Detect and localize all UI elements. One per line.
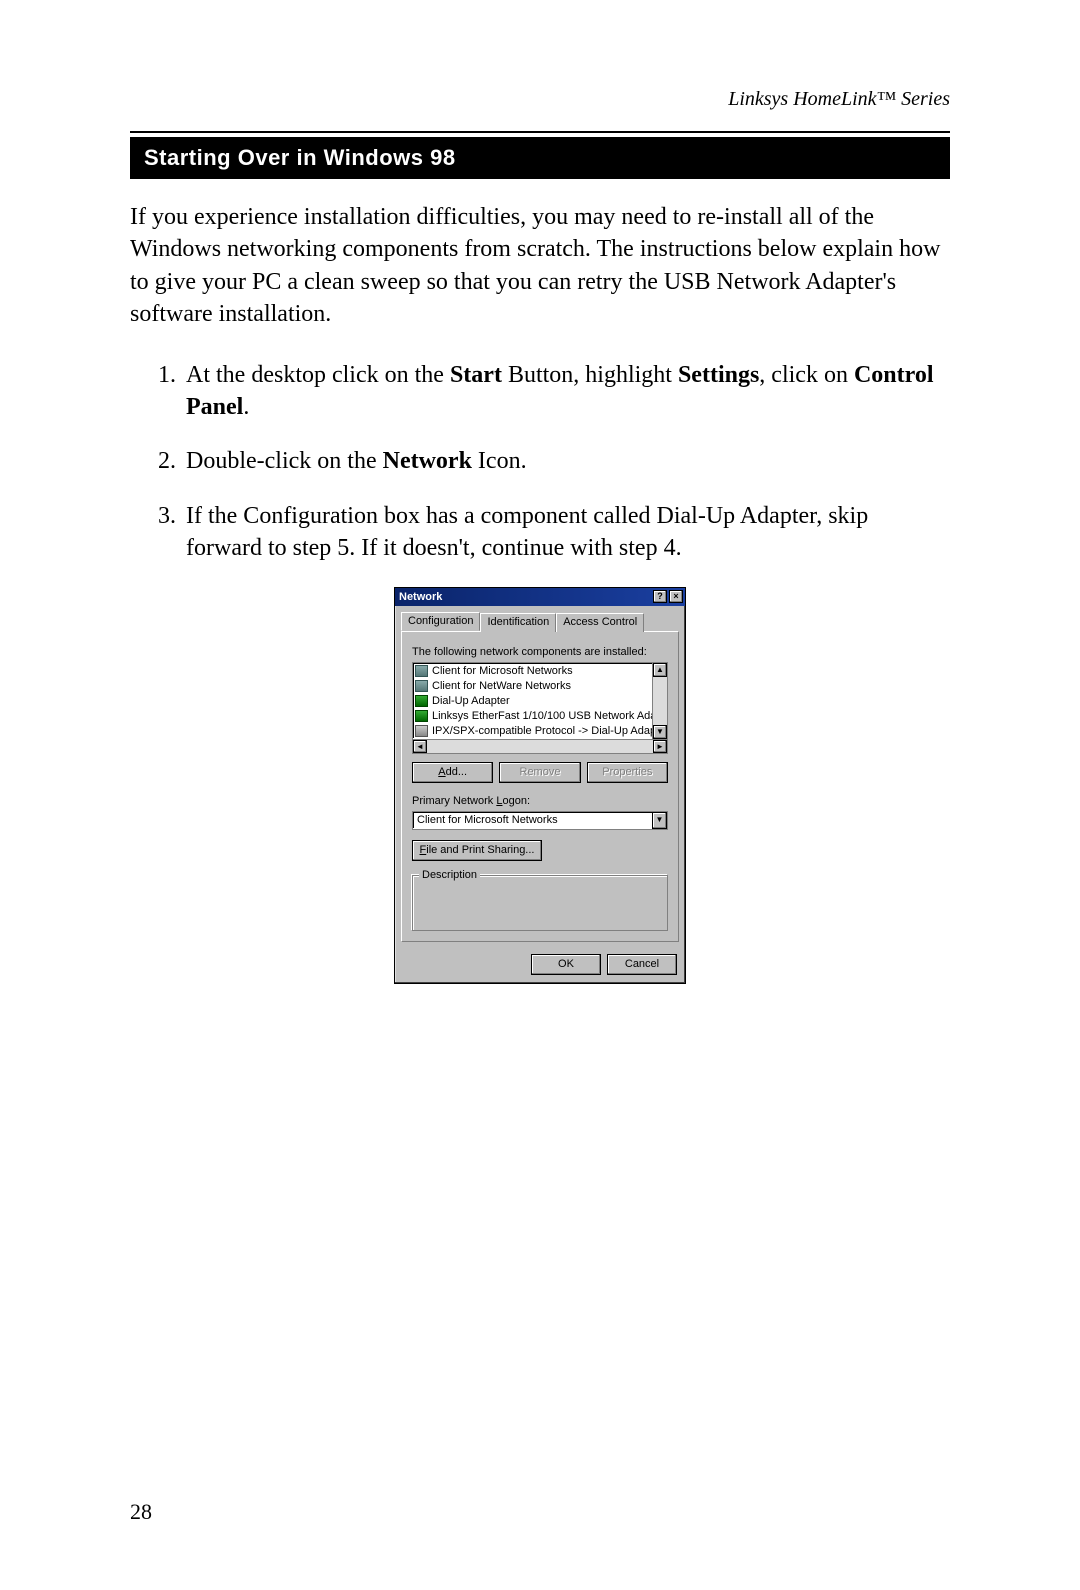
file-print-sharing-button[interactable]: File and Print Sharing... bbox=[412, 840, 542, 861]
component-buttons-row: Add... Remove Properties bbox=[412, 762, 668, 783]
dropdown-value: Client for Microsoft Networks bbox=[413, 814, 652, 826]
remove-button[interactable]: Remove bbox=[499, 762, 580, 783]
section-title: Starting Over in Windows 98 bbox=[130, 137, 950, 179]
adapter-icon bbox=[415, 695, 428, 707]
vertical-scrollbar[interactable]: ▲ ▼ bbox=[652, 663, 667, 739]
step-2-text-a: Double-click on the bbox=[186, 448, 383, 474]
step-2-text-c: Icon. bbox=[472, 448, 527, 474]
step-2: Double-click on the Network Icon. bbox=[182, 445, 950, 477]
list-item-label: IPX/SPX-compatible Protocol -> Dial-Up A… bbox=[432, 725, 652, 737]
add-button[interactable]: Add... bbox=[412, 762, 493, 783]
close-button[interactable]: × bbox=[669, 590, 683, 603]
step-1-text-c: Button, highlight bbox=[502, 362, 678, 388]
list-item-label: Client for NetWare Networks bbox=[432, 680, 571, 692]
document-page: Linksys HomeLink™ Series Starting Over i… bbox=[0, 0, 1080, 1044]
help-button[interactable]: ? bbox=[653, 590, 667, 603]
step-1-text-e: , click on bbox=[759, 362, 854, 388]
client-icon bbox=[415, 680, 428, 692]
scroll-down-button[interactable]: ▼ bbox=[653, 725, 667, 739]
scroll-left-button[interactable]: ◄ bbox=[413, 740, 427, 753]
intro-paragraph: If you experience installation difficult… bbox=[130, 201, 950, 331]
components-label: The following network components are ins… bbox=[412, 646, 668, 658]
step-1-text-a: At the desktop click on the bbox=[186, 362, 450, 388]
tab-configuration[interactable]: Configuration bbox=[401, 612, 480, 631]
list-item[interactable]: IPX/SPX-compatible Protocol -> Dial-Up A… bbox=[415, 724, 650, 739]
dialog-titlebar[interactable]: Network ? × bbox=[395, 588, 685, 606]
list-item-label: Dial-Up Adapter bbox=[432, 695, 510, 707]
step-1-bold-start: Start bbox=[450, 362, 502, 388]
client-icon bbox=[415, 665, 428, 677]
add-button-label: dd... bbox=[446, 766, 467, 778]
ok-button[interactable]: OK bbox=[531, 954, 601, 975]
header-rule bbox=[130, 131, 950, 133]
step-1-bold-settings: Settings bbox=[678, 362, 759, 388]
tab-identification[interactable]: Identification bbox=[480, 613, 556, 632]
logon-label: Primary Network Logon: bbox=[412, 795, 668, 807]
step-2-bold-network: Network bbox=[383, 448, 472, 474]
network-dialog: Network ? × Configuration Identification… bbox=[394, 587, 686, 984]
description-group: Description bbox=[412, 875, 668, 931]
page-number: 28 bbox=[130, 1499, 152, 1525]
adapter-icon bbox=[415, 710, 428, 722]
description-legend: Description bbox=[419, 869, 480, 881]
scroll-track[interactable] bbox=[653, 677, 667, 725]
protocol-icon bbox=[415, 725, 428, 737]
list-item[interactable]: Linksys EtherFast 1/10/100 USB Network A… bbox=[415, 709, 650, 724]
dropdown-button[interactable]: ▼ bbox=[652, 812, 667, 829]
header-series: Linksys HomeLink™ Series bbox=[130, 88, 950, 111]
components-list-inner: Client for Microsoft Networks Client for… bbox=[413, 663, 652, 739]
scroll-up-button[interactable]: ▲ bbox=[653, 663, 667, 677]
cancel-button[interactable]: Cancel bbox=[607, 954, 677, 975]
list-item[interactable]: Client for NetWare Networks bbox=[415, 679, 650, 694]
scroll-right-button[interactable]: ► bbox=[653, 740, 667, 753]
list-item-label: Client for Microsoft Networks bbox=[432, 665, 573, 677]
tab-body-configuration: The following network components are ins… bbox=[401, 631, 679, 942]
scroll-track[interactable] bbox=[427, 740, 653, 753]
list-item-label: Linksys EtherFast 1/10/100 USB Network A… bbox=[432, 710, 652, 722]
primary-logon-dropdown[interactable]: Client for Microsoft Networks ▼ bbox=[412, 811, 668, 830]
tab-access-control[interactable]: Access Control bbox=[556, 613, 644, 632]
list-item[interactable]: Dial-Up Adapter bbox=[415, 694, 650, 709]
list-item[interactable]: Client for Microsoft Networks bbox=[415, 664, 650, 679]
instruction-list: At the desktop click on the Start Button… bbox=[130, 359, 950, 565]
properties-button[interactable]: Properties bbox=[587, 762, 668, 783]
dialog-footer: OK Cancel bbox=[395, 948, 685, 983]
step-3: If the Configuration box has a component… bbox=[182, 500, 950, 565]
step-1: At the desktop click on the Start Button… bbox=[182, 359, 950, 424]
step-1-text-g: . bbox=[243, 394, 249, 420]
horizontal-scrollbar[interactable]: ◄ ► bbox=[412, 739, 668, 754]
tab-strip: Configuration Identification Access Cont… bbox=[395, 606, 685, 631]
dialog-title: Network bbox=[399, 591, 651, 603]
components-listbox[interactable]: Client for Microsoft Networks Client for… bbox=[412, 662, 668, 740]
